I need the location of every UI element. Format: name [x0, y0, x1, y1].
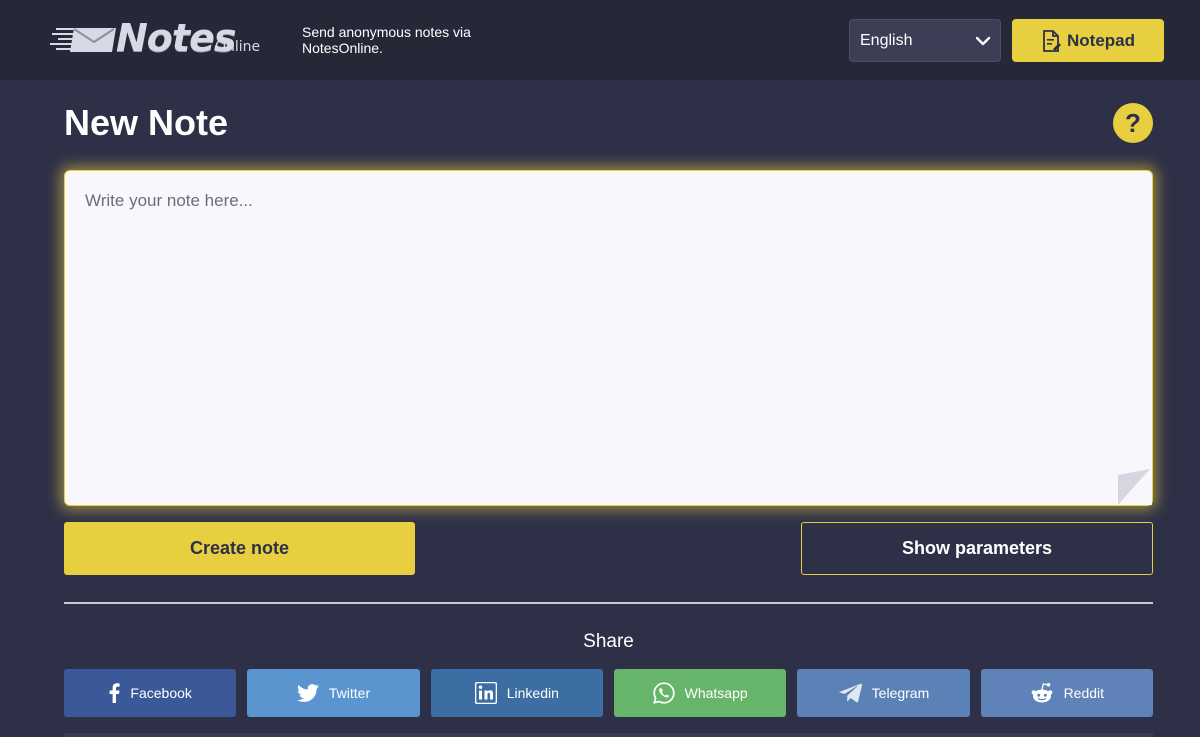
share-label: Linkedin: [506, 685, 559, 701]
share-buttons: Facebook Twitter Linkedin Whatsapp Teleg…: [64, 669, 1153, 717]
share-whatsapp-button[interactable]: Whatsapp: [613, 669, 787, 717]
resize-handle-icon[interactable]: [1118, 469, 1152, 505]
notepad-label: Notepad: [1067, 30, 1135, 50]
footer-edge: [64, 733, 1153, 737]
help-button[interactable]: ?: [1113, 103, 1153, 143]
show-parameters-button[interactable]: Show parameters: [801, 522, 1153, 575]
share-label: Twitter: [328, 685, 371, 701]
twitter-icon: [296, 684, 319, 702]
logo-envelope-icon: [50, 28, 116, 52]
language-selected: English: [860, 31, 913, 49]
note-input[interactable]: [65, 171, 1152, 505]
notepad-icon: [1043, 29, 1061, 52]
divider: [64, 602, 1153, 604]
page-title: New Note: [64, 102, 229, 143]
telegram-icon: [837, 683, 862, 703]
tagline: Send anonymous notes via NotesOnline.: [302, 24, 471, 56]
whatsapp-icon: [652, 682, 675, 704]
share-heading: Share: [583, 631, 634, 652]
share-label: Facebook: [130, 685, 192, 701]
site-logo[interactable]: Notes Online: [50, 16, 265, 60]
chevron-down-icon: [975, 36, 991, 46]
share-twitter-button[interactable]: Twitter: [247, 669, 420, 717]
reddit-icon: [1031, 683, 1052, 703]
create-note-button[interactable]: Create note: [64, 522, 415, 575]
linkedin-icon: [474, 682, 497, 704]
note-editor: [64, 170, 1153, 506]
share-linkedin-button[interactable]: Linkedin: [430, 669, 603, 717]
share-facebook-button[interactable]: Facebook: [64, 669, 237, 717]
logo-sub: Online: [215, 39, 261, 55]
notepad-button[interactable]: Notepad: [1012, 19, 1164, 62]
share-label: Whatsapp: [684, 685, 748, 701]
share-reddit-button[interactable]: Reddit: [980, 669, 1153, 717]
language-select[interactable]: English: [849, 19, 1001, 62]
share-label: Reddit: [1063, 685, 1105, 701]
share-telegram-button[interactable]: Telegram: [797, 669, 970, 717]
facebook-icon: [110, 683, 121, 703]
top-header: Notes Online Send anonymous notes via No…: [0, 0, 1200, 80]
share-label: Telegram: [871, 685, 930, 701]
